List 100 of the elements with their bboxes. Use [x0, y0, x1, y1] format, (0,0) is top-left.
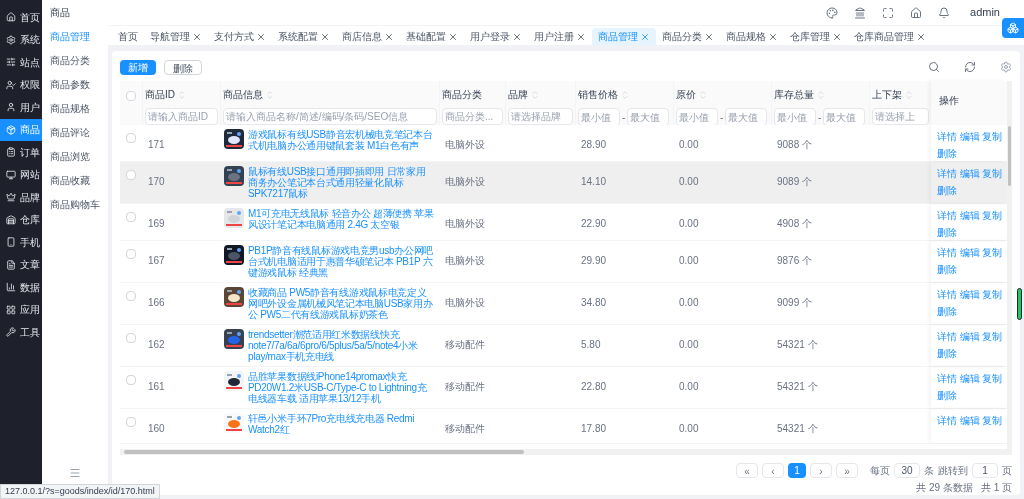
action-link[interactable]: 复制 — [982, 166, 1001, 181]
table-row[interactable]: 167 PB1P静音有线鼠标游戏电竞男usb办公网吧台式机电脑适用于惠普华硕笔记本 PB1P 六键游戏鼠标 经典黑 电脑外设 29.90 0.00 9876 个 详情 编辑 复制 删除 — [120, 241, 1007, 283]
per-page-field[interactable]: 30 — [894, 463, 920, 478]
building-icon[interactable] — [854, 6, 867, 19]
nav-item[interactable]: 应用 — [0, 298, 42, 321]
search-icon[interactable] — [928, 61, 940, 73]
add-button[interactable]: 新增 — [120, 59, 156, 75]
action-link[interactable]: 删除 — [937, 304, 956, 319]
product-link[interactable]: trendsetter潮范适用红米数据线快充note7/7a/6a/6pro/6/5plus/5a/5/note4小米play/max手机充电线 — [248, 329, 435, 362]
nav-item[interactable]: 仓库 — [0, 208, 42, 231]
horizontal-scrollbar[interactable] — [120, 449, 1012, 455]
action-link[interactable]: 删除 — [937, 388, 956, 403]
action-link[interactable]: 编辑 — [959, 245, 979, 260]
checkbox[interactable] — [126, 91, 136, 101]
product-link[interactable]: 轩邑小米手环7Pro充电线充电器 Redmi Watch2红 — [248, 413, 435, 435]
product-link[interactable]: M1可充电无线鼠标 轻音办公 超薄便携 苹果风设计笔记本电脑通用 2.4G 太空银 — [248, 208, 435, 230]
checkbox[interactable] — [126, 375, 136, 385]
delete-button[interactable]: 删除 — [164, 59, 202, 75]
checkbox[interactable] — [126, 249, 136, 259]
close-icon[interactable] — [320, 31, 330, 42]
palette-icon[interactable] — [826, 6, 839, 19]
nav-item[interactable]: 手机 — [0, 231, 42, 254]
submenu-item[interactable]: 商品管理 — [42, 24, 108, 48]
checkbox[interactable] — [126, 133, 136, 143]
nav-item[interactable]: 系统 — [0, 28, 42, 51]
filter-field[interactable]: 请输入商品ID — [145, 108, 218, 125]
checkbox[interactable] — [126, 291, 136, 301]
action-link[interactable]: 详情 — [937, 129, 956, 144]
action-link[interactable]: 详情 — [937, 329, 956, 344]
tab[interactable]: 基础配置 — [400, 28, 464, 45]
table-row[interactable]: 161 品胜苹果数据线iPhone14promax快充PD20W1.2米USB-C/Type-C to Lightning充电线器车载 适用苹果13/12手机 移动配件 22.80 0.00 54321 个 详情 编辑 复制 删除 — [120, 367, 1007, 409]
product-link[interactable]: 品胜苹果数据线iPhone14promax快充PD20W1.2米USB-C/Type-C to Lightning充电线器车载 适用苹果13/12手机 — [248, 371, 435, 404]
fullscreen-icon[interactable] — [882, 6, 895, 19]
close-icon[interactable] — [832, 31, 842, 42]
action-link[interactable]: 详情 — [937, 245, 956, 260]
action-link[interactable]: 复制 — [982, 245, 1001, 260]
action-link[interactable]: 编辑 — [959, 329, 979, 344]
menu-icon[interactable] — [69, 467, 81, 479]
nav-item[interactable]: 用户 — [0, 96, 42, 119]
tab[interactable]: 支付方式 — [208, 28, 272, 45]
action-link[interactable]: 删除 — [937, 346, 956, 361]
tab[interactable]: 商品管理 — [592, 28, 656, 45]
action-link[interactable]: 复制 — [982, 287, 1001, 302]
filter-field[interactable]: 请选择上 — [872, 108, 929, 125]
close-icon[interactable] — [916, 31, 926, 42]
action-link[interactable]: 复制 — [982, 371, 1001, 386]
table-row[interactable]: 169 M1可充电无线鼠标 轻音办公 超薄便携 苹果风设计笔记本电脑通用 2.4G 太空银 电脑外设 22.90 0.00 4908 个 详情 编辑 复制 删除 — [120, 204, 1007, 241]
action-link[interactable]: 复制 — [982, 413, 1001, 428]
filter-field[interactable]: 商品分类... — [442, 108, 503, 125]
product-link[interactable]: PB1P静音有线鼠标游戏电竞男usb办公网吧台式机电脑适用于惠普华硕笔记本 PB1P 六键游戏鼠标 经典黑 — [248, 245, 435, 278]
table-row[interactable]: 166 收藏商品 PW5静音有线游戏鼠标电竞定义网吧外设金属机械风笔记本电脑USB家用办公 PW5二代有线游戏鼠标奶茶色 电脑外设 34.80 0.00 9099 个 详情 编辑 复制 删除 — [120, 283, 1007, 325]
submenu-item[interactable]: 商品收藏 — [42, 168, 108, 192]
tab[interactable]: 商店信息 — [336, 28, 400, 45]
table-row[interactable]: 171 游戏鼠标有线USB静音宏机械电竞笔记本台式机电脑办公通用键鼠套装 M1白色有声 电脑外设 28.90 0.00 9088 个 详情 编辑 复制 删除 — [120, 125, 1007, 162]
action-link[interactable]: 详情 — [937, 208, 956, 223]
nav-item[interactable]: 工具 — [0, 321, 42, 344]
action-link[interactable]: 删除 — [937, 225, 956, 240]
tab[interactable]: 用户注册 — [528, 28, 592, 45]
previous-page-button[interactable]: ‹ — [762, 463, 784, 478]
last-page-button[interactable]: » — [836, 463, 858, 478]
checkbox[interactable] — [126, 417, 136, 427]
checkbox[interactable] — [126, 170, 136, 180]
action-link[interactable]: 复制 — [982, 329, 1001, 344]
checkbox[interactable] — [126, 212, 136, 222]
nav-item[interactable]: 站点 — [0, 51, 42, 74]
product-link[interactable]: 游戏鼠标有线USB静音宏机械电竞笔记本台式机电脑办公通用键鼠套装 M1白色有声 — [248, 129, 435, 151]
table-row[interactable]: 162 trendsetter潮范适用红米数据线快充note7/7a/6a/6pro/6/5plus/5a/5/note4小米play/max手机充电线 移动配件 5.80 0.00 54321 个 详情 编辑 复制 删除 — [120, 325, 1007, 367]
action-link[interactable]: 详情 — [937, 166, 956, 181]
close-icon[interactable] — [640, 31, 650, 42]
table-row[interactable]: 160 轩邑小米手环7Pro充电线充电器 Redmi Watch2红 移动配件 17.80 0.00 54321 个 详情 编辑 复制 — [120, 409, 1007, 444]
min-field[interactable]: 最小值 — [676, 108, 718, 126]
action-link[interactable]: 编辑 — [959, 371, 979, 386]
bell-icon[interactable] — [938, 6, 951, 19]
min-field[interactable]: 最小值 — [578, 108, 620, 126]
action-link[interactable]: 编辑 — [959, 129, 979, 144]
close-icon[interactable] — [576, 31, 586, 42]
tab[interactable]: 首页 — [112, 28, 144, 45]
submenu-item[interactable]: 商品规格 — [42, 96, 108, 120]
action-link[interactable]: 编辑 — [959, 208, 979, 223]
close-icon[interactable] — [384, 31, 394, 42]
tab[interactable]: 用户登录 — [464, 28, 528, 45]
max-field[interactable]: 最大值 — [627, 108, 670, 126]
close-icon[interactable] — [192, 31, 202, 42]
nav-item[interactable]: 权限 — [0, 73, 42, 96]
submenu-item[interactable]: 商品评论 — [42, 120, 108, 144]
submenu-item[interactable]: 商品浏览 — [42, 144, 108, 168]
nav-item[interactable]: 订单 — [0, 141, 42, 164]
action-link[interactable]: 编辑 — [959, 413, 979, 428]
table-row[interactable]: 170 鼠标有线USB接口通用即插即用 日常家用商务办公笔记本台式通用轻量化鼠标 SPK7217鼠标 电脑外设 14.10 0.00 9089 个 详情 编辑 复制 删除 — [120, 162, 1007, 204]
first-page-button[interactable]: « — [736, 463, 758, 478]
tab[interactable]: 商品分类 — [656, 28, 720, 45]
action-link[interactable]: 编辑 — [959, 166, 979, 181]
max-field[interactable]: 最大值 — [725, 108, 768, 126]
nav-item[interactable]: 网站 — [0, 163, 42, 186]
close-icon[interactable] — [256, 31, 266, 42]
filter-field[interactable]: 请输入商品名称/简述/编码/条码/SEO信息 — [223, 108, 437, 125]
max-field[interactable]: 最大值 — [823, 108, 866, 126]
action-link[interactable]: 删除 — [937, 262, 956, 277]
refresh-icon[interactable] — [964, 61, 976, 73]
nav-item[interactable]: 数据 — [0, 276, 42, 299]
